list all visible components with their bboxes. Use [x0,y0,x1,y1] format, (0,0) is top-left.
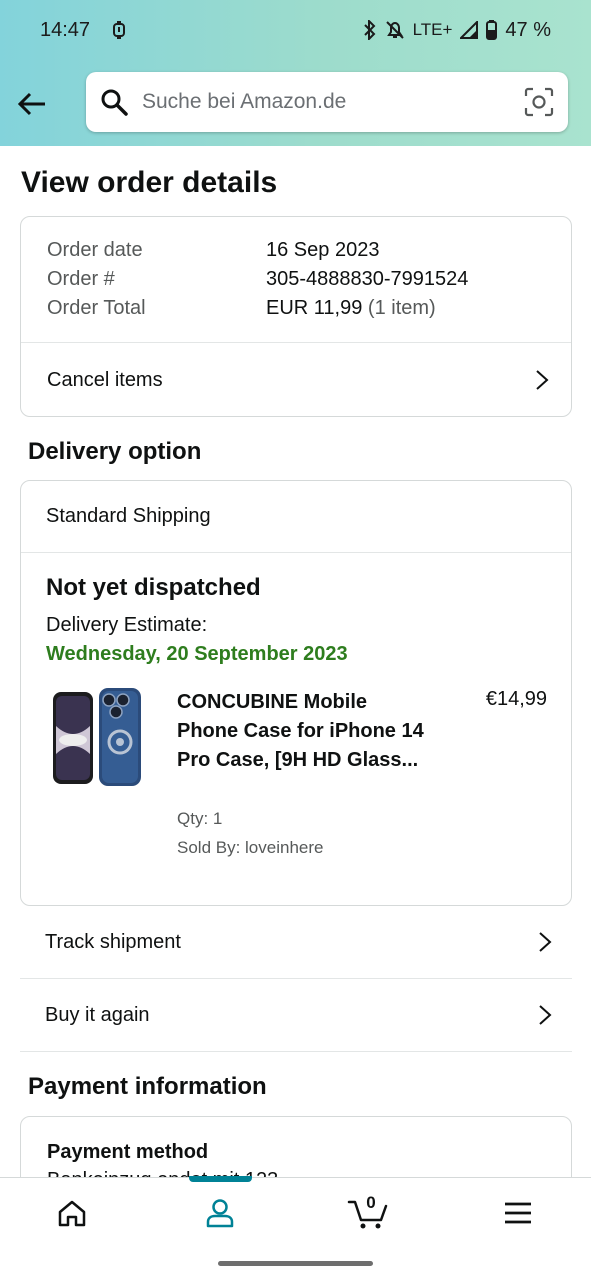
battery-icon [486,20,498,40]
divider [21,552,571,553]
product-seller: Sold By: loveinhere [177,838,324,857]
shipping-method: Standard Shipping [21,481,571,552]
buy-again-label: Buy it again [45,1003,150,1026]
order-total-items: (1 item) [367,297,436,319]
menu-icon [505,1202,531,1224]
delivery-card: Standard Shipping Not yet dispatched Del… [20,480,572,906]
status-time: 14:47 [40,18,91,41]
order-total: EUR 11,99 (1 item) [266,297,436,320]
chevron-right-icon [539,1005,552,1025]
chevron-right-icon [539,932,552,952]
buy-again-row[interactable]: Buy it again [20,979,572,1052]
product-title[interactable]: CONCUBINE Mobile Phone Case for iPhone 1… [177,688,427,775]
page-title: View order details [21,166,278,199]
search-input[interactable] [142,90,524,114]
network-type: LTE+ [412,20,453,39]
search-icon [101,89,128,116]
delivery-estimate-label: Delivery Estimate: [46,614,208,636]
shipping-method-label: Standard Shipping [46,505,211,527]
shipment-status: Not yet dispatched [46,574,261,601]
order-total-label: Order Total [47,297,146,319]
product-price: €14,99 [485,688,547,710]
search-bar[interactable] [86,72,568,132]
home-gesture-handle[interactable] [218,1261,373,1266]
nav-account[interactable] [180,1178,260,1248]
home-icon [58,1200,86,1227]
camera-scan-icon[interactable] [524,87,554,117]
status-bar: 14:47 LTE+ 47 % [0,0,591,60]
cancel-items-row[interactable]: Cancel items [21,343,571,416]
status-icons: LTE+ 47 % [363,19,551,42]
payment-section-title: Payment information [28,1073,267,1100]
person-icon [206,1199,234,1228]
nav-cart[interactable]: 0 [328,1178,408,1248]
order-date-value: 16 Sep 2023 [266,239,380,261]
cancel-items-label: Cancel items [47,368,163,391]
notifications-off-icon [385,21,404,39]
product-image[interactable] [49,686,145,790]
order-number-value: 305-4888830-7991524 [266,268,469,290]
arrow-left-icon [17,92,45,116]
order-number-label: Order # [47,268,115,290]
cart-count: 0 [366,1193,376,1212]
signal-icon [460,21,479,39]
delivery-section-title: Delivery option [28,438,202,465]
order-total-value: EUR 11,99 [266,297,363,319]
header: 14:47 LTE+ 47 % Suche bei Amazon.de [0,0,591,146]
product-qty: Qty: 1 [177,809,223,828]
track-shipment-label: Track shipment [45,930,181,953]
battery-level: 47 % [505,18,551,41]
order-summary-card: Order date 16 Sep 2023 Order # 305-48888… [20,216,572,417]
bottom-nav: 0 [0,1176,591,1248]
delivery-estimate-date: Wednesday, 20 September 2023 [46,643,348,665]
back-button[interactable] [14,86,50,122]
alarm-icon [113,21,126,39]
track-shipment-row[interactable]: Track shipment [20,906,572,979]
chevron-right-icon [536,370,549,390]
nav-home[interactable] [32,1178,112,1248]
order-date-label: Order date [47,239,143,261]
gesture-bar [0,1247,591,1280]
nav-menu[interactable] [478,1178,558,1248]
payment-method-title: Payment method [47,1141,209,1163]
bluetooth-icon [363,20,375,40]
